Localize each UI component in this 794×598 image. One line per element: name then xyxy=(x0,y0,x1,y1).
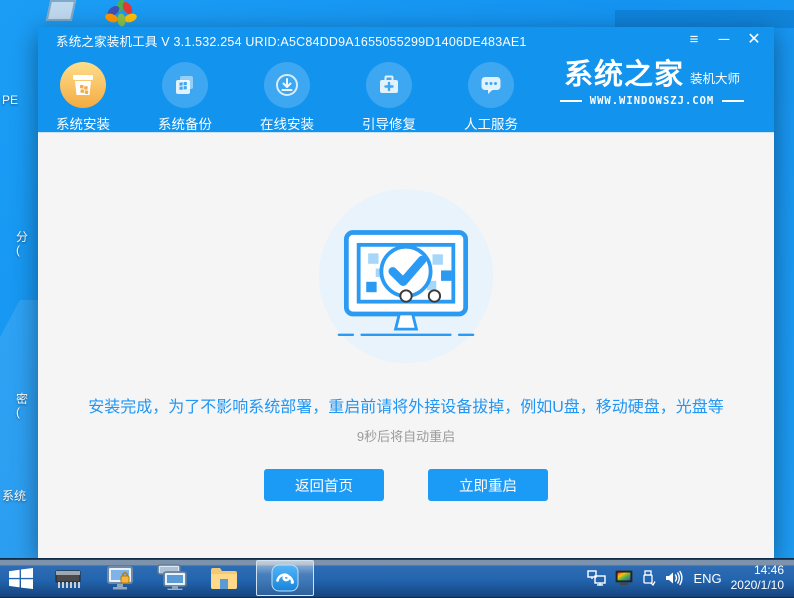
nav-label: 人工服务 xyxy=(464,117,518,132)
nav-item-online-install[interactable]: 在线安装 xyxy=(236,53,338,133)
start-icon xyxy=(9,567,33,589)
nav-bar: 系统安装 系统备份 在线安装 引导修复 人工服务 系统之家 装机大师 WWW.W… xyxy=(38,53,774,133)
usb-device-icon[interactable] xyxy=(642,569,657,587)
window-title: 系统之家装机工具 V 3.1.532.254 URID:A5C84DD9A165… xyxy=(56,34,527,49)
divider xyxy=(559,100,582,103)
nav-item-system-backup[interactable]: 系统备份 xyxy=(134,53,236,133)
title-bar[interactable]: 系统之家装机工具 V 3.1.532.254 URID:A5C84DD9A165… xyxy=(38,27,774,53)
remote-desktop-icon xyxy=(157,564,187,590)
nav-item-human-service[interactable]: 人工服务 xyxy=(440,53,542,133)
display-settings-icon[interactable] xyxy=(615,570,633,586)
system-tray: ENG 14:46 2020/1/10 xyxy=(587,558,790,598)
background-window-edge xyxy=(615,10,794,28)
divider xyxy=(722,100,745,103)
folder-icon xyxy=(211,567,237,589)
taskbar-item-screen-tool[interactable] xyxy=(94,561,146,595)
nav-item-boot-repair[interactable]: 引导修复 xyxy=(338,53,440,133)
brand-name: 系统之家 xyxy=(563,59,684,91)
taskbar-item-chip[interactable] xyxy=(42,561,94,595)
taskbar-item-installer-app-active[interactable] xyxy=(256,560,314,596)
tray-time: 14:46 xyxy=(753,563,784,577)
clock[interactable]: 14:46 2020/1/10 xyxy=(731,563,790,593)
tray-date: 2020/1/10 xyxy=(730,578,784,592)
backup-copies-icon xyxy=(162,62,208,108)
volume-icon[interactable] xyxy=(665,570,684,586)
start-button[interactable] xyxy=(0,558,42,598)
auto-restart-countdown: 9秒后将自动重启 xyxy=(356,429,456,444)
desktop-icon-label[interactable]: PE xyxy=(2,93,18,107)
brand-subtitle: 装机大师 xyxy=(690,72,741,87)
chip-icon xyxy=(55,570,81,588)
brand-logo: 系统之家 装机大师 WWW.WINDOWSZJ.COM xyxy=(544,60,760,107)
taskbar-item-remote-desktop[interactable] xyxy=(146,561,198,595)
language-indicator[interactable]: ENG xyxy=(693,571,721,586)
desktop-icon-label: ( xyxy=(16,243,20,257)
app-swoosh-icon xyxy=(271,564,299,592)
installer-window: 系统之家装机工具 V 3.1.532.254 URID:A5C84DD9A165… xyxy=(38,27,774,558)
minimize-icon[interactable]: ─ xyxy=(712,29,736,51)
install-complete-message: 安装完成，为了不影响系统部署，重启前请将外接设备拔掉，例如U盘，移动硬盘，光盘等 xyxy=(88,399,724,416)
nav-item-system-install[interactable]: 系统安装 xyxy=(32,53,134,133)
monitor-checkmark-illustration xyxy=(311,189,501,367)
back-home-button[interactable]: 返回首页 xyxy=(264,469,384,501)
nav-label: 在线安装 xyxy=(260,117,314,132)
nav-label: 系统备份 xyxy=(158,117,212,132)
desktop-pc-icon[interactable] xyxy=(45,0,77,21)
brand-url: WWW.WINDOWSZJ.COM xyxy=(589,95,715,108)
nav-label: 引导修复 xyxy=(362,117,416,132)
nav-label: 系统安装 xyxy=(56,117,110,132)
screen-lock-icon xyxy=(107,565,133,589)
menu-icon[interactable]: ≡ xyxy=(682,29,706,51)
flower-logo-icon[interactable] xyxy=(104,0,138,27)
desktop-icon-label[interactable]: 系统 xyxy=(2,487,26,504)
taskbar: ENG 14:46 2020/1/10 xyxy=(0,558,794,598)
network-icon[interactable] xyxy=(587,570,607,586)
download-circle-icon xyxy=(264,62,310,108)
restart-now-button[interactable]: 立即重启 xyxy=(428,469,548,501)
desktop-icon-label: ( xyxy=(16,405,20,419)
chat-bubble-icon xyxy=(468,62,514,108)
install-box-icon xyxy=(60,62,106,108)
main-content: 安装完成，为了不影响系统部署，重启前请将外接设备拔掉，例如U盘，移动硬盘，光盘等… xyxy=(38,133,774,557)
toolbox-icon xyxy=(366,62,412,108)
taskbar-item-file-explorer[interactable] xyxy=(198,561,250,595)
close-icon[interactable]: ✕ xyxy=(742,29,766,51)
